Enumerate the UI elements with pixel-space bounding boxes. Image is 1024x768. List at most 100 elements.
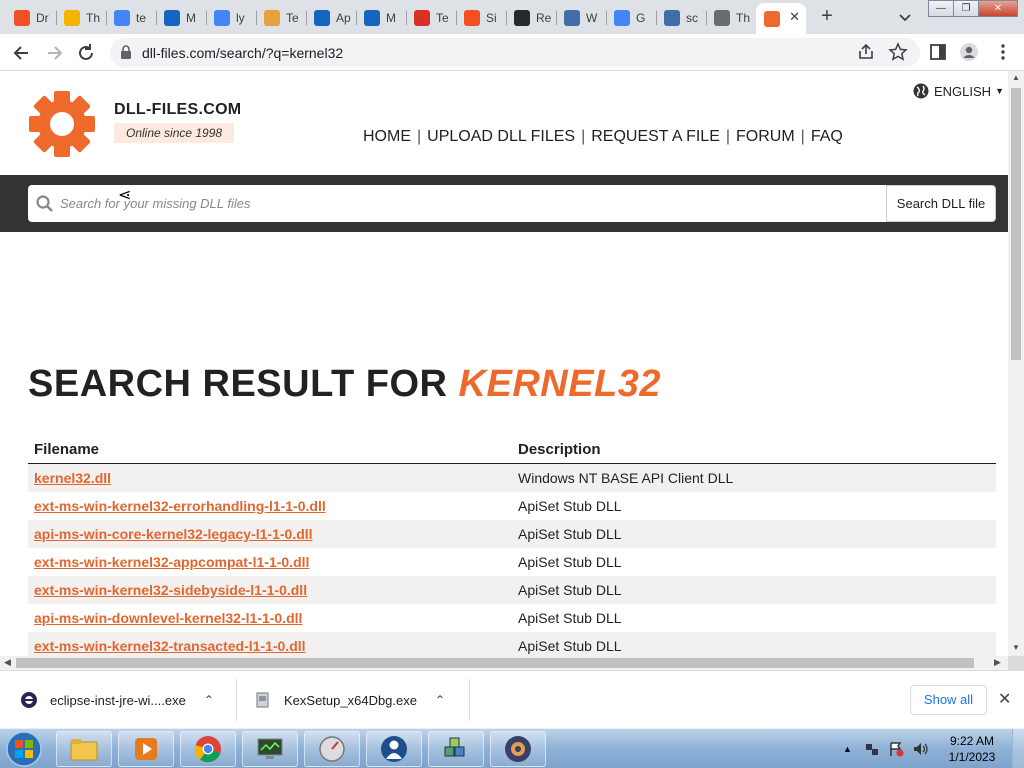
dll-files-gear-logo[interactable] bbox=[27, 89, 97, 159]
url-text[interactable]: dll-files.com/search/?q=kernel32 bbox=[142, 45, 343, 61]
taskbar-cubes-app[interactable] bbox=[428, 731, 484, 767]
close-downloads-bar-icon[interactable]: ✕ bbox=[998, 689, 1011, 709]
nav-upload-dll-files[interactable]: UPLOAD DLL FILES bbox=[427, 128, 575, 146]
browser-tab[interactable]: W bbox=[556, 4, 607, 32]
tab-title[interactable]: ly bbox=[236, 11, 245, 25]
browser-tab[interactable]: Te bbox=[256, 4, 307, 32]
browser-tab[interactable]: ly bbox=[206, 4, 257, 32]
restore-window-button[interactable]: ❐ bbox=[953, 0, 979, 17]
bookmark-star-icon[interactable] bbox=[888, 42, 908, 62]
tab-title[interactable]: Th bbox=[736, 11, 750, 25]
tab-title[interactable]: G bbox=[636, 11, 645, 25]
action-center-flag-icon[interactable] bbox=[888, 741, 904, 757]
table-row: kernel32.dll Windows NT BASE API Client D… bbox=[28, 464, 996, 492]
dll-search-input[interactable]: Search for your missing DLL files bbox=[28, 185, 886, 222]
browser-tab[interactable]: G bbox=[606, 4, 657, 32]
search-dll-file-button[interactable]: Search DLL file bbox=[886, 185, 996, 222]
tab-title[interactable]: Te bbox=[286, 11, 299, 25]
nav-forum[interactable]: FORUM bbox=[736, 128, 795, 146]
taskbar-gear-app[interactable] bbox=[490, 731, 546, 767]
taskbar-media-player[interactable] bbox=[118, 731, 174, 767]
tab-title[interactable]: Th bbox=[86, 11, 100, 25]
address-bar[interactable]: dll-files.com/search/?q=kernel32 bbox=[110, 38, 920, 67]
browser-tab[interactable]: Th bbox=[706, 4, 757, 32]
reload-icon[interactable] bbox=[75, 42, 97, 64]
vertical-scroll-thumb[interactable] bbox=[1011, 88, 1021, 360]
language-selector[interactable]: ENGLISH ▼ bbox=[913, 83, 1004, 99]
taskbar-gauge-app[interactable] bbox=[304, 731, 360, 767]
share-icon[interactable] bbox=[856, 42, 876, 62]
download-filename[interactable]: KexSetup_x64Dbg.exe bbox=[284, 693, 417, 708]
browser-tab[interactable]: ✕ bbox=[756, 3, 806, 34]
browser-tab[interactable]: M bbox=[356, 4, 407, 32]
vertical-scrollbar[interactable]: ▲ ▼ bbox=[1008, 71, 1024, 656]
show-desktop-button[interactable] bbox=[1012, 729, 1024, 768]
taskbar-file-explorer[interactable] bbox=[56, 731, 112, 767]
windows-start-button[interactable] bbox=[4, 730, 44, 768]
dll-file-link[interactable]: ext-ms-win-kernel32-appcompat-l1-1-0.dll bbox=[34, 554, 309, 570]
profile-avatar-icon[interactable] bbox=[959, 42, 979, 62]
taskbar-chrome[interactable] bbox=[180, 731, 236, 767]
tab-title[interactable]: M bbox=[186, 11, 196, 25]
horizontal-scroll-thumb[interactable] bbox=[16, 658, 974, 668]
new-tab-button[interactable]: + bbox=[816, 6, 838, 28]
tab-title[interactable]: Dr bbox=[36, 11, 49, 25]
browser-tab[interactable]: Dr bbox=[6, 4, 57, 32]
download-item-kexsetup[interactable]: KexSetup_x64Dbg.exe ⌃ bbox=[254, 671, 445, 729]
browser-tab[interactable]: M bbox=[156, 4, 207, 32]
dll-file-link[interactable]: ext-ms-win-kernel32-errorhandling-l1-1-0… bbox=[34, 498, 326, 514]
chevron-up-icon[interactable]: ⌃ bbox=[204, 693, 214, 707]
scroll-down-icon[interactable]: ▼ bbox=[1012, 643, 1020, 652]
taskbar-app-person[interactable] bbox=[366, 731, 422, 767]
close-window-button[interactable]: ✕ bbox=[978, 0, 1018, 17]
tab-title[interactable]: Te bbox=[436, 11, 449, 25]
tab-search-icon[interactable] bbox=[896, 8, 914, 26]
site-brand-name[interactable]: DLL-FILES.COM bbox=[114, 101, 241, 119]
tab-title[interactable]: W bbox=[586, 11, 597, 25]
nav-home[interactable]: HOME bbox=[363, 128, 411, 146]
tab-title[interactable]: Ap bbox=[336, 11, 351, 25]
clock-time[interactable]: 9:22 AM bbox=[942, 733, 1002, 749]
lock-icon[interactable] bbox=[120, 45, 132, 59]
browser-tab[interactable]: Ap bbox=[306, 4, 357, 32]
back-icon[interactable] bbox=[11, 42, 33, 64]
scroll-up-icon[interactable]: ▲ bbox=[1012, 73, 1020, 82]
browser-tab[interactable]: Te bbox=[406, 4, 457, 32]
browser-menu-icon[interactable] bbox=[993, 42, 1013, 62]
volume-icon[interactable] bbox=[912, 741, 930, 757]
forward-icon[interactable] bbox=[43, 42, 65, 64]
download-filename[interactable]: eclipse-inst-jre-wi....exe bbox=[50, 693, 186, 708]
tab-title[interactable]: Si bbox=[486, 11, 497, 25]
browser-tab[interactable]: Re bbox=[506, 4, 557, 32]
side-panel-icon[interactable] bbox=[928, 42, 948, 62]
nav-request-a-file[interactable]: REQUEST A FILE bbox=[591, 128, 720, 146]
tab-title[interactable]: te bbox=[136, 11, 146, 25]
clock-date[interactable]: 1/1/2023 bbox=[942, 749, 1002, 765]
dll-file-link[interactable]: ext-ms-win-kernel32-transacted-l1-1-0.dl… bbox=[34, 638, 306, 654]
tab-title[interactable]: sc bbox=[686, 11, 698, 25]
taskbar-system-monitor[interactable] bbox=[242, 731, 298, 767]
tab-title[interactable]: M bbox=[386, 11, 396, 25]
close-tab-icon[interactable]: ✕ bbox=[789, 9, 800, 25]
download-item-eclipse[interactable]: eclipse-inst-jre-wi....exe ⌃ bbox=[20, 671, 214, 729]
dll-file-link[interactable]: kernel32.dll bbox=[34, 470, 111, 486]
dll-file-link[interactable]: api-ms-win-core-kernel32-legacy-l1-1-0.d… bbox=[34, 526, 313, 542]
browser-tab[interactable]: Si bbox=[456, 4, 507, 32]
language-label[interactable]: ENGLISH bbox=[934, 84, 991, 99]
nav-faq[interactable]: FAQ bbox=[811, 128, 843, 146]
show-hidden-icons-icon[interactable]: ▲ bbox=[843, 744, 852, 754]
scroll-left-icon[interactable]: ◀ bbox=[4, 657, 11, 668]
scroll-right-icon[interactable]: ▶ bbox=[994, 657, 1001, 668]
show-all-downloads-button[interactable]: Show all bbox=[910, 685, 987, 715]
network-icon[interactable] bbox=[864, 741, 880, 757]
chevron-up-icon[interactable]: ⌃ bbox=[435, 693, 445, 707]
tab-title[interactable]: Re bbox=[536, 11, 551, 25]
taskbar-clock[interactable]: 9:22 AM 1/1/2023 bbox=[942, 733, 1002, 765]
browser-tab[interactable]: sc bbox=[656, 4, 707, 32]
minimize-window-button[interactable]: — bbox=[928, 0, 954, 17]
horizontal-scrollbar[interactable]: ◀ ▶ bbox=[0, 656, 1008, 670]
dll-file-link[interactable]: api-ms-win-downlevel-kernel32-l1-1-0.dll bbox=[34, 610, 302, 626]
dll-file-link[interactable]: ext-ms-win-kernel32-sidebyside-l1-1-0.dl… bbox=[34, 582, 307, 598]
browser-tab[interactable]: Th bbox=[56, 4, 107, 32]
browser-tab[interactable]: te bbox=[106, 4, 157, 32]
